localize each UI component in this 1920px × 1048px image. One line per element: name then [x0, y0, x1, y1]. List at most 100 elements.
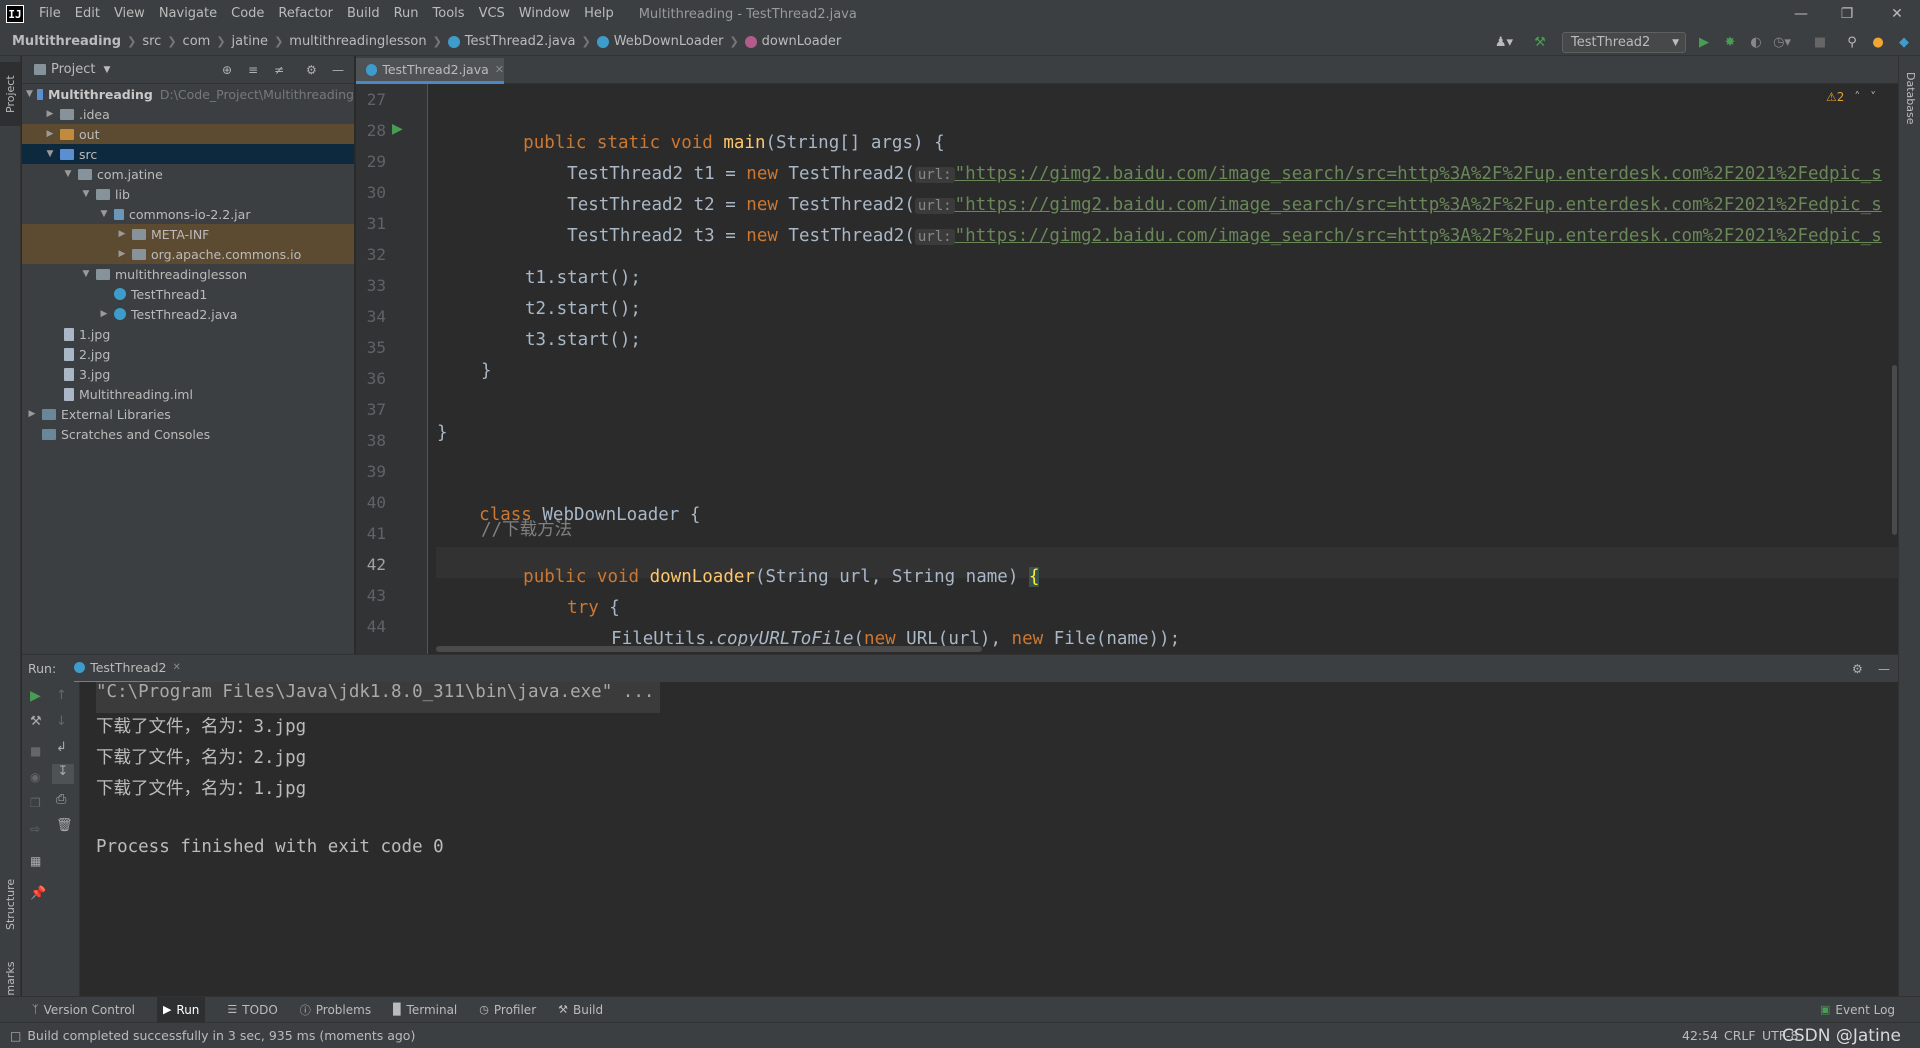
run-icon[interactable]: ▶ — [1694, 32, 1714, 52]
breadcrumb-package[interactable]: multithreadinglesson — [289, 34, 426, 49]
tool-todo[interactable]: ☰ TODO — [227, 1003, 277, 1017]
scroll-to-end-icon[interactable]: ↧ — [52, 764, 74, 784]
gear-icon[interactable]: ⚙ — [306, 63, 317, 77]
status-message[interactable]: Build completed successfully in 3 sec, 9… — [27, 1028, 415, 1043]
up-icon[interactable]: ↑ — [56, 688, 67, 703]
editor-tab-testthread2[interactable]: TestThread2.java ✕ — [356, 58, 504, 84]
tree-item-commons-io[interactable]: ▶ org.apache.commons.io — [22, 244, 354, 264]
breadcrumb-class[interactable]: WebDownLoader — [614, 34, 724, 49]
search-icon[interactable]: ⚲ — [1842, 32, 1862, 52]
debug-icon[interactable]: ✸ — [1720, 32, 1740, 52]
update-icon[interactable]: ● — [1868, 32, 1888, 52]
tree-item-testthread1[interactable]: TestThread1 — [22, 284, 354, 304]
coverage-icon[interactable]: ◐ — [1746, 32, 1766, 52]
menu-build[interactable]: Build — [340, 0, 387, 28]
project-tool-tab[interactable]: Project — [0, 62, 21, 126]
breadcrumb-src[interactable]: src — [142, 34, 161, 49]
project-panel-title[interactable]: Project — [51, 62, 95, 77]
menu-edit[interactable]: Edit — [68, 0, 107, 28]
user-icon[interactable]: ♟▾ — [1490, 32, 1518, 52]
tool-version-control[interactable]: ᛉ Version Control — [32, 1003, 135, 1017]
profiler-icon[interactable]: ◷▾ — [1772, 32, 1792, 52]
breadcrumb-method[interactable]: downLoader — [762, 34, 842, 49]
structure-tool-tab[interactable]: Structure — [0, 872, 21, 936]
tree-item-src[interactable]: ▼ src — [22, 144, 354, 164]
chevron-down-icon[interactable]: ˅ — [1870, 90, 1876, 104]
menu-file[interactable]: File — [32, 0, 68, 28]
menu-view[interactable]: View — [107, 0, 152, 28]
down-icon[interactable]: ↓ — [56, 714, 67, 729]
run-gutter-icon[interactable]: ▶ — [392, 121, 403, 137]
run-tab-testthread2[interactable]: TestThread2 ✕ — [74, 655, 181, 683]
build-hammer-icon[interactable]: ⚒ — [1530, 32, 1550, 52]
vertical-scrollbar[interactable] — [1892, 365, 1897, 535]
close-icon[interactable]: ✕ — [1874, 0, 1920, 28]
code-editor[interactable]: public static void main(String[] args) {… — [436, 84, 1898, 654]
rerun-icon[interactable]: ▶ — [30, 688, 41, 704]
breadcrumb-project[interactable]: Multithreading — [12, 34, 121, 49]
tree-item-package[interactable]: ▼ com.jatine — [22, 164, 354, 184]
minimize-icon[interactable]: — — [1778, 0, 1824, 28]
plugin-icon[interactable]: ◆ — [1894, 32, 1914, 52]
tree-item-testthread2[interactable]: ▶ TestThread2.java — [22, 304, 354, 324]
caret-position[interactable]: 42:54 — [1682, 1028, 1718, 1043]
menu-run[interactable]: Run — [387, 0, 426, 28]
collapse-all-icon[interactable]: ≠ — [274, 63, 284, 77]
tree-item-idea[interactable]: ▶ .idea — [22, 104, 354, 124]
tree-item-3jpg[interactable]: 3.jpg — [22, 364, 354, 384]
print-icon[interactable]: ⎙ — [56, 792, 66, 807]
menu-vcs[interactable]: VCS — [472, 0, 512, 28]
breadcrumb-com[interactable]: com — [183, 34, 211, 49]
run-configuration-select[interactable]: TestThread2 ▼ — [1562, 32, 1686, 53]
tool-profiler[interactable]: ◷ Profiler — [479, 1003, 536, 1017]
menu-navigate[interactable]: Navigate — [152, 0, 224, 28]
chevron-down-icon[interactable]: ▼ — [103, 65, 110, 75]
menu-code[interactable]: Code — [224, 0, 271, 28]
close-tab-icon[interactable]: ✕ — [172, 662, 180, 673]
line-separator[interactable]: CRLF — [1724, 1028, 1756, 1043]
layout-icon[interactable]: ▦ — [30, 854, 41, 868]
locate-icon[interactable]: ⊕ — [222, 63, 232, 77]
menu-refactor[interactable]: Refactor — [271, 0, 340, 28]
gear-icon[interactable]: ⚙ — [1852, 662, 1863, 676]
hide-icon[interactable]: — — [1878, 662, 1890, 676]
stop-icon[interactable]: ■ — [30, 744, 41, 758]
trash-icon[interactable]: 🗑 — [56, 818, 73, 833]
soft-wrap-icon[interactable]: ↲ — [56, 740, 67, 755]
chevron-up-icon[interactable]: ˄ — [1854, 90, 1860, 104]
tree-item-multithreadinglesson[interactable]: ▼ multithreadinglesson — [22, 264, 354, 284]
tool-terminal[interactable]: ▉ Terminal — [393, 1003, 457, 1017]
warning-indicator[interactable]: ⚠2 ˄ ˅ — [1826, 90, 1876, 104]
restore-icon[interactable]: ❐ — [1824, 0, 1870, 28]
restore-layout-icon[interactable]: ❐ — [30, 796, 41, 810]
tree-item-2jpg[interactable]: 2.jpg — [22, 344, 354, 364]
tree-item-iml[interactable]: Multithreading.iml — [22, 384, 354, 404]
breadcrumb-file[interactable]: TestThread2.java — [465, 34, 576, 49]
horizontal-scrollbar[interactable] — [436, 646, 982, 652]
tree-item-out[interactable]: ▶ out — [22, 124, 354, 144]
tree-item-meta-inf[interactable]: ▶ META-INF — [22, 224, 354, 244]
menu-help[interactable]: Help — [577, 0, 621, 28]
menu-tools[interactable]: Tools — [426, 0, 472, 28]
camera-icon[interactable]: ◉ — [30, 770, 40, 784]
tool-event-log[interactable]: ▣ Event Log — [1820, 1003, 1895, 1017]
tree-item-jar[interactable]: ▼ commons-io-2.2.jar — [22, 204, 354, 224]
run-console[interactable]: "C:\Program Files\Java\jdk1.8.0_311\bin\… — [80, 682, 1898, 996]
tool-problems[interactable]: ⓘ Problems — [300, 1002, 371, 1018]
tree-item-external-libraries[interactable]: ▶ External Libraries — [22, 404, 354, 424]
tree-item-lib[interactable]: ▼ lib — [22, 184, 354, 204]
breadcrumb-jatine[interactable]: jatine — [232, 34, 269, 49]
database-tool-tab[interactable]: Database — [1900, 62, 1920, 134]
tool-build[interactable]: ⚒ Build — [558, 1003, 603, 1017]
stop-icon[interactable]: ■ — [1810, 32, 1830, 52]
menu-window[interactable]: Window — [512, 0, 577, 28]
wrench-icon[interactable]: ⚒ — [30, 714, 42, 729]
hide-icon[interactable]: — — [332, 63, 344, 77]
exit-icon[interactable]: ⇨ — [30, 822, 40, 836]
tree-item-1jpg[interactable]: 1.jpg — [22, 324, 354, 344]
expand-all-icon[interactable]: ≡ — [248, 63, 258, 77]
close-tab-icon[interactable]: ✕ — [495, 63, 504, 76]
pin-icon[interactable]: 📌 — [30, 886, 46, 901]
tool-run[interactable]: ▶ Run — [156, 996, 206, 1023]
tree-item-project-root[interactable]: ▼ Multithreading D:\Code_Project\Multith… — [22, 84, 354, 104]
